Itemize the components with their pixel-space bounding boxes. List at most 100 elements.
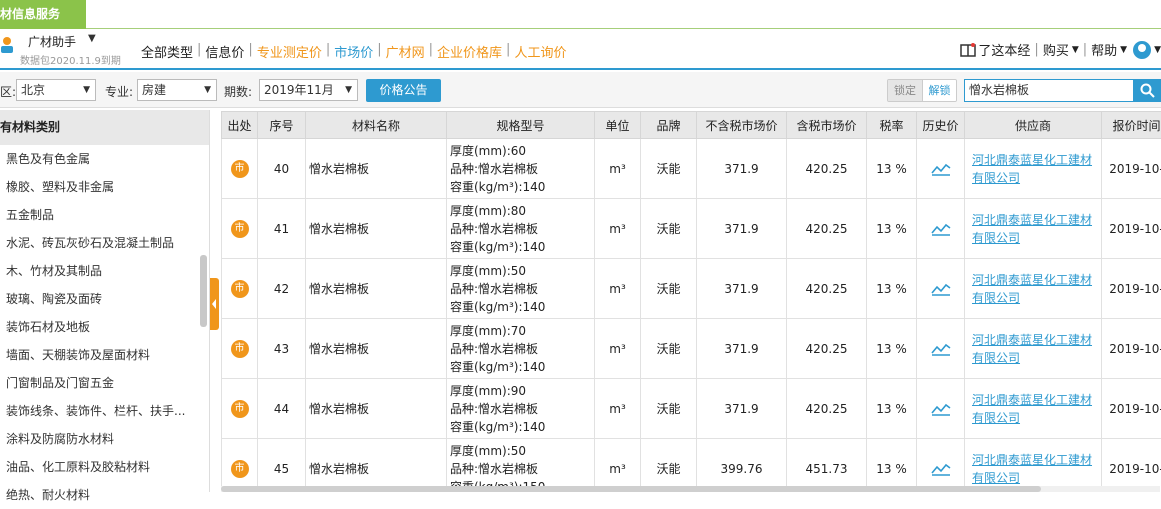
brand: 沃能 [641, 439, 697, 493]
quote-date: 2019-10- [1102, 319, 1161, 379]
sidebar-item[interactable]: 绝热、耐火材料 [0, 481, 209, 509]
nav-item[interactable]: 人工询价 [513, 42, 567, 61]
brand-tab[interactable]: 材信息服务 [0, 0, 86, 29]
history-price-button[interactable] [917, 319, 965, 379]
chevron-down-icon: ▼ [83, 80, 90, 100]
chevron-down-icon[interactable]: ▼ [88, 33, 96, 44]
search-input[interactable]: 憎水岩棉板 [964, 79, 1134, 102]
market-price-badge: 市 [231, 220, 249, 238]
supplier-link[interactable]: 河北鼎泰蓝星化工建材有限公司 [965, 379, 1102, 439]
table-row[interactable]: 市40憎水岩棉板厚度(mm):60品种:憎水岩棉板容重(kg/m³):140m³… [222, 139, 1161, 199]
source-cell: 市 [222, 439, 258, 493]
market-price-badge: 市 [231, 400, 249, 418]
column-header[interactable]: 税率 [867, 112, 917, 139]
nav-item[interactable]: 全部类型 [140, 42, 194, 61]
category-list: 黑色及有色金属橡胶、塑料及非金属五金制品水泥、砖瓦灰砂石及混凝土制品木、竹材及其… [0, 145, 209, 509]
table-row[interactable]: 市43憎水岩棉板厚度(mm):70品种:憎水岩棉板容重(kg/m³):140m³… [222, 319, 1161, 379]
history-price-button[interactable] [917, 259, 965, 319]
horizontal-scrollbar[interactable] [221, 486, 1160, 492]
column-header[interactable]: 历史价 [917, 112, 965, 139]
history-price-button[interactable] [917, 199, 965, 259]
source-cell: 市 [222, 199, 258, 259]
chevron-down-icon[interactable]: ▼ [1154, 45, 1161, 55]
history-price-button[interactable] [917, 439, 965, 493]
column-header[interactable]: 不含税市场价 [697, 112, 787, 139]
region-label: 区: [0, 83, 16, 100]
sidebar-item[interactable]: 门窗制品及门窗五金 [0, 369, 209, 397]
nav-divider: | [426, 42, 436, 61]
sidebar-item[interactable]: 玻璃、陶瓷及面砖 [0, 285, 209, 313]
sidebar-item[interactable]: 涂料及防腐防水材料 [0, 425, 209, 453]
app-name[interactable]: 广材助手 [28, 33, 76, 50]
sidebar-item[interactable]: 木、竹材及其制品 [0, 257, 209, 285]
supplier-link[interactable]: 河北鼎泰蓝星化工建材有限公司 [965, 319, 1102, 379]
history-price-button[interactable] [917, 379, 965, 439]
table-row[interactable]: 市45憎水岩棉板厚度(mm):50品种:憎水岩棉板容重(kg/m³):150m³… [222, 439, 1161, 493]
lock-button[interactable]: 锁定 [888, 80, 922, 101]
search-button[interactable] [1134, 79, 1161, 102]
divider: | [1079, 42, 1091, 57]
help-menu[interactable]: 帮助 [1091, 40, 1117, 59]
price-notice-button[interactable]: 价格公告 [366, 79, 441, 102]
column-header[interactable]: 含税市场价 [787, 112, 867, 139]
column-header[interactable]: 品牌 [641, 112, 697, 139]
history-price-button[interactable] [917, 139, 965, 199]
brand: 沃能 [641, 319, 697, 379]
column-header[interactable]: 序号 [258, 112, 306, 139]
brand: 沃能 [641, 139, 697, 199]
tax-rate: 13 % [867, 439, 917, 493]
column-header[interactable]: 供应商 [965, 112, 1102, 139]
sidebar-item[interactable]: 水泥、砖瓦灰砂石及混凝土制品 [0, 229, 209, 257]
column-header[interactable]: 报价时间 [1102, 112, 1161, 139]
row-number: 41 [258, 199, 306, 259]
row-number: 42 [258, 259, 306, 319]
sidebar-scrollbar[interactable] [200, 255, 207, 327]
column-header[interactable]: 出处 [222, 112, 258, 139]
column-header[interactable]: 规格型号 [447, 112, 595, 139]
period-select[interactable]: 2019年11月 ▼ [259, 79, 358, 101]
nav-item[interactable]: 信息价 [204, 42, 245, 61]
tax-rate: 13 % [867, 259, 917, 319]
collapse-sidebar-handle[interactable] [210, 278, 219, 330]
sidebar-item[interactable]: 油品、化工原料及胶粘材料 [0, 453, 209, 481]
sidebar-item[interactable]: 黑色及有色金属 [0, 145, 209, 173]
sidebar-item[interactable]: 装饰线条、装饰件、栏杆、扶手... [0, 397, 209, 425]
sidebar-item[interactable]: 墙面、天棚装饰及屋面材料 [0, 341, 209, 369]
unlock-button[interactable]: 解锁 [922, 80, 956, 101]
nav-item[interactable]: 市场价 [333, 42, 374, 61]
supplier-link[interactable]: 河北鼎泰蓝星化工建材有限公司 [965, 199, 1102, 259]
sidebar-item[interactable]: 五金制品 [0, 201, 209, 229]
source-cell: 市 [222, 139, 258, 199]
chevron-down-icon[interactable]: ▼ [1120, 45, 1127, 55]
column-header[interactable]: 单位 [595, 112, 641, 139]
supplier-link[interactable]: 河北鼎泰蓝星化工建材有限公司 [965, 139, 1102, 199]
price-incl-tax: 451.73 [787, 439, 867, 493]
sidebar-item[interactable]: 橡胶、塑料及非金属 [0, 173, 209, 201]
nav-item[interactable]: 专业测定价 [256, 42, 323, 61]
trend-chart-icon [931, 342, 951, 356]
sidebar-item[interactable]: 装饰石材及地板 [0, 313, 209, 341]
chevron-down-icon[interactable]: ▼ [1072, 45, 1079, 55]
table-row[interactable]: 市41憎水岩棉板厚度(mm):80品种:憎水岩棉板容重(kg/m³):140m³… [222, 199, 1161, 259]
learn-link[interactable]: 了这本经 [978, 40, 1030, 59]
table-header: 出处序号材料名称规格型号单位品牌不含税市场价含税市场价税率历史价供应商报价时间 [222, 112, 1161, 139]
region-select[interactable]: 北京 ▼ [16, 79, 96, 101]
brand: 沃能 [641, 199, 697, 259]
trend-chart-icon [931, 282, 951, 296]
buy-menu[interactable]: 购买 [1043, 40, 1069, 59]
avatar[interactable] [1133, 41, 1151, 59]
column-header[interactable]: 材料名称 [306, 112, 447, 139]
table-row[interactable]: 市42憎水岩棉板厚度(mm):50品种:憎水岩棉板容重(kg/m³):140m³… [222, 259, 1161, 319]
spec-line: 容重(kg/m³):140 [450, 298, 594, 316]
nav-item[interactable]: 企业价格库 [436, 42, 503, 61]
nav-item[interactable]: 广材网 [385, 42, 426, 61]
spec-line: 品种:憎水岩棉板 [450, 340, 594, 358]
supplier-link[interactable]: 河北鼎泰蓝星化工建材有限公司 [965, 259, 1102, 319]
app-logo-icon [0, 36, 14, 54]
scrollbar-thumb[interactable] [221, 486, 1041, 492]
supplier-link[interactable]: 河北鼎泰蓝星化工建材有限公司 [965, 439, 1102, 493]
trend-chart-icon [931, 222, 951, 236]
table-row[interactable]: 市44憎水岩棉板厚度(mm):90品种:憎水岩棉板容重(kg/m³):140m³… [222, 379, 1161, 439]
major-select[interactable]: 房建 ▼ [137, 79, 217, 101]
material-name: 憎水岩棉板 [306, 379, 447, 439]
